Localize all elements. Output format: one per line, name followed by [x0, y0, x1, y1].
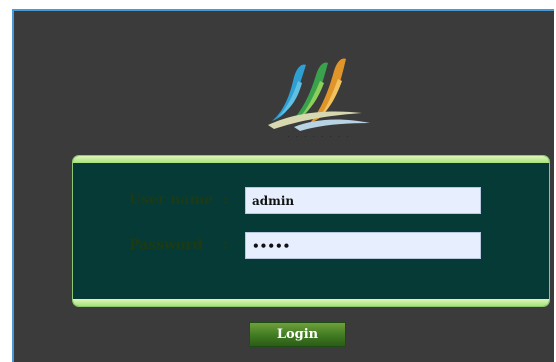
- login-button[interactable]: Login: [249, 322, 346, 347]
- username-label: User name: [129, 192, 214, 208]
- username-separator: :: [223, 192, 229, 208]
- password-input[interactable]: [245, 232, 481, 259]
- panel-top-band: [73, 156, 549, 163]
- logo-caption: · · · · · · · ·: [287, 133, 351, 141]
- username-input[interactable]: [245, 187, 481, 214]
- feather-logo-icon: [268, 58, 370, 131]
- login-panel: User name : Password :: [72, 155, 550, 307]
- password-separator: :: [223, 237, 229, 253]
- password-label: Password: [129, 237, 203, 253]
- logo: · · · · · · · ·: [264, 53, 374, 143]
- panel-bottom-band: [73, 299, 549, 306]
- login-frame: · · · · · · · · User name : Password :: [12, 9, 554, 362]
